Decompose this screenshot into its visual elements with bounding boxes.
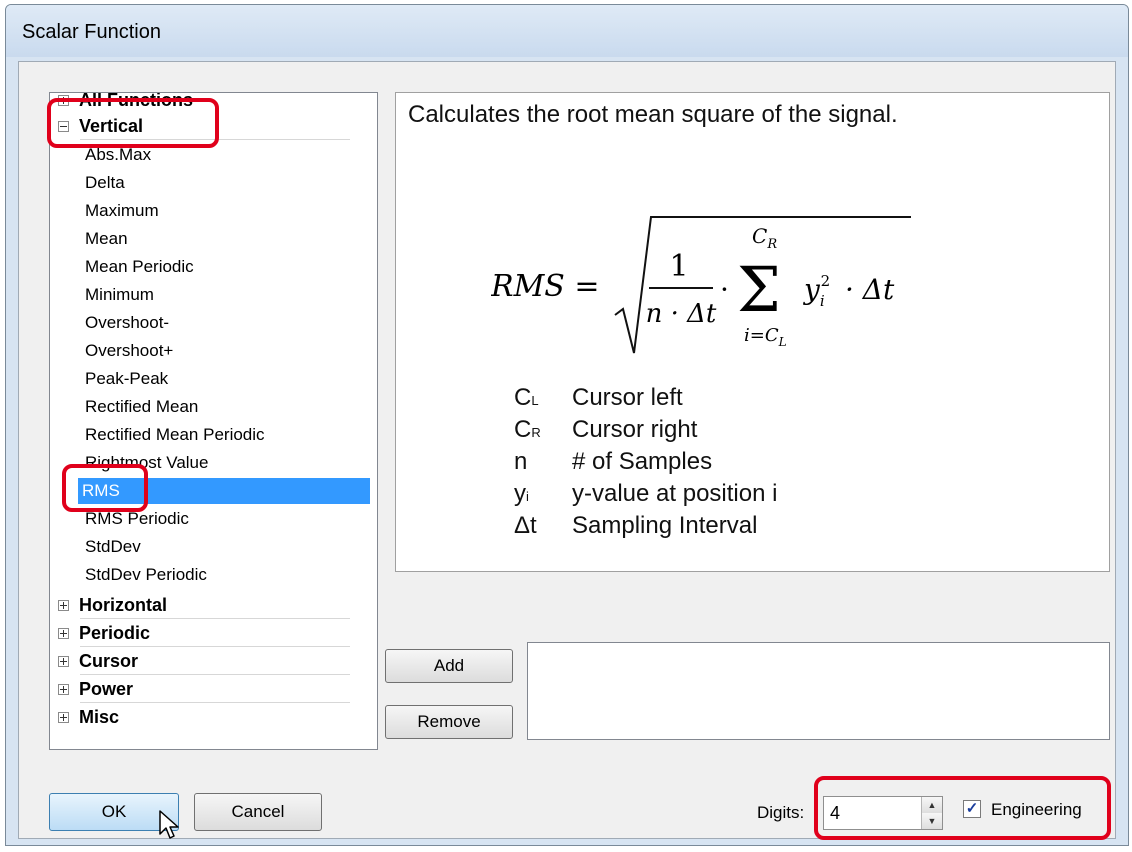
legend-row-cursor-right: CR Cursor right xyxy=(514,416,697,448)
formula-numerator: 1 xyxy=(669,249,688,284)
legend-sym-text: Δt xyxy=(514,512,537,539)
tree-group-label: Horizontal xyxy=(79,594,167,615)
scalar-function-dialog: Scalar Function All Functions Vertical A… xyxy=(5,4,1129,846)
tree-group-misc[interactable]: Misc xyxy=(58,704,119,730)
tree-item-mean[interactable]: Mean xyxy=(81,226,132,252)
function-tree[interactable]: All Functions Vertical Abs.Max Delta Max… xyxy=(49,92,378,750)
legend-text: Sampling Interval xyxy=(572,512,758,539)
add-button[interactable]: Add xyxy=(385,649,513,683)
legend-symbol: CR xyxy=(514,416,572,444)
sum-upper: CR xyxy=(752,224,777,252)
legend-sym-text: y xyxy=(514,480,526,507)
dialog-client-area: All Functions Vertical Abs.Max Delta Max… xyxy=(18,61,1116,840)
title-bar: Scalar Function xyxy=(6,5,1128,57)
legend-sym-text: n xyxy=(514,448,528,475)
tree-item-overshoot-minus[interactable]: Overshoot- xyxy=(81,310,173,336)
legend-text: Cursor right xyxy=(572,416,698,443)
tree-group-all-functions[interactable]: All Functions xyxy=(58,92,193,113)
expand-icon[interactable] xyxy=(58,683,69,695)
selected-functions-list[interactable] xyxy=(527,642,1110,740)
formula-denominator: n · Δt xyxy=(646,299,717,329)
tree-group-vertical[interactable]: Vertical xyxy=(58,113,143,139)
legend-sym-sub: R xyxy=(531,425,541,440)
engineering-checkbox[interactable]: ✓ xyxy=(963,800,981,818)
tree-item-minimum[interactable]: Minimum xyxy=(81,282,158,308)
tree-item-rightmost-value[interactable]: Rightmost Value xyxy=(81,450,212,476)
tree-item-rectified-mean-periodic[interactable]: Rectified Mean Periodic xyxy=(81,422,269,448)
legend-sym-sub: i xyxy=(526,489,529,504)
tree-group-periodic[interactable]: Periodic xyxy=(58,620,150,646)
tree-group-power[interactable]: Power xyxy=(58,676,133,702)
legend-sym-text: C xyxy=(514,416,532,443)
tree-group-divider xyxy=(80,646,350,647)
legend-symbol: Δt xyxy=(514,512,572,540)
legend-row-sampling-interval: Δt Sampling Interval xyxy=(514,512,757,544)
rms-formula: RMS = 1 n · Δt · CR Σ i=CL yi2 · Δt xyxy=(491,216,911,354)
sum-lower: i=CL xyxy=(744,325,787,349)
tree-group-divider xyxy=(80,674,350,675)
tree-group-cursor[interactable]: Cursor xyxy=(58,648,138,674)
cancel-button[interactable]: Cancel xyxy=(194,793,322,831)
digits-label: Digits: xyxy=(757,803,805,822)
legend-symbol: CL xyxy=(514,384,572,412)
expand-icon[interactable] xyxy=(58,94,69,106)
tree-group-label: Misc xyxy=(79,706,120,727)
legend-sym-sub: L xyxy=(531,393,539,408)
spin-up-icon[interactable]: ▲ xyxy=(922,797,942,813)
engineering-label: Engineering xyxy=(991,800,1082,819)
tree-group-label: Power xyxy=(79,678,134,699)
tree-group-label: Cursor xyxy=(79,650,139,671)
remove-button[interactable]: Remove xyxy=(385,705,513,739)
tree-group-horizontal[interactable]: Horizontal xyxy=(58,592,167,618)
legend-text: # of Samples xyxy=(572,448,713,475)
legend-row-samples: n # of Samples xyxy=(514,448,712,480)
tree-group-divider xyxy=(80,618,350,619)
function-description-panel: Calculates the root mean square of the s… xyxy=(395,92,1110,572)
legend-symbol: n xyxy=(514,448,572,476)
summand: yi2 xyxy=(802,272,830,310)
digits-input[interactable]: 4 xyxy=(830,803,840,824)
legend-sym-text: C xyxy=(514,384,532,411)
formula-lhs: RMS = xyxy=(491,269,600,304)
tree-item-peak-peak[interactable]: Peak-Peak xyxy=(81,366,172,392)
sigma-icon: Σ xyxy=(737,253,781,326)
legend-row-cursor-left: CL Cursor left xyxy=(514,384,683,416)
tree-item-stddev[interactable]: StdDev xyxy=(81,534,145,560)
expand-icon[interactable] xyxy=(58,599,69,611)
expand-icon[interactable] xyxy=(58,711,69,723)
tree-item-rms-periodic[interactable]: RMS Periodic xyxy=(81,506,193,532)
expand-icon[interactable] xyxy=(58,627,69,639)
tree-group-label: All Functions xyxy=(79,92,193,110)
formula-dot: · xyxy=(720,273,729,306)
collapse-icon[interactable] xyxy=(58,120,69,132)
legend-row-y-value: yi y-value at position i xyxy=(514,480,777,512)
legend-text: y-value at position i xyxy=(572,480,778,507)
tree-group-label: Periodic xyxy=(79,622,151,643)
tree-group-label: Vertical xyxy=(79,115,144,136)
description-text: Calculates the root mean square of the s… xyxy=(408,101,898,128)
spin-buttons: ▲ ▼ xyxy=(921,797,942,829)
tree-group-divider xyxy=(80,702,350,703)
tree-item-stddev-periodic[interactable]: StdDev Periodic xyxy=(81,562,211,588)
tree-item-abs-max[interactable]: Abs.Max xyxy=(81,142,155,168)
tree-item-mean-periodic[interactable]: Mean Periodic xyxy=(81,254,198,280)
digits-spinbox[interactable]: 4 ▲ ▼ xyxy=(823,796,943,830)
tree-item-overshoot-plus[interactable]: Overshoot+ xyxy=(81,338,177,364)
tree-item-delta[interactable]: Delta xyxy=(81,170,129,196)
tree-item-rectified-mean[interactable]: Rectified Mean xyxy=(81,394,202,420)
legend-text: Cursor left xyxy=(572,384,683,411)
window-title: Scalar Function xyxy=(22,21,161,43)
mouse-cursor-icon xyxy=(159,810,179,839)
legend-symbol: yi xyxy=(514,480,572,508)
expand-icon[interactable] xyxy=(58,655,69,667)
tree-group-divider xyxy=(80,139,350,140)
tree-item-maximum[interactable]: Maximum xyxy=(81,198,163,224)
tree-item-rms[interactable]: RMS xyxy=(78,478,370,504)
spin-down-icon[interactable]: ▼ xyxy=(922,813,942,829)
formula-tail: · Δt xyxy=(845,273,895,306)
